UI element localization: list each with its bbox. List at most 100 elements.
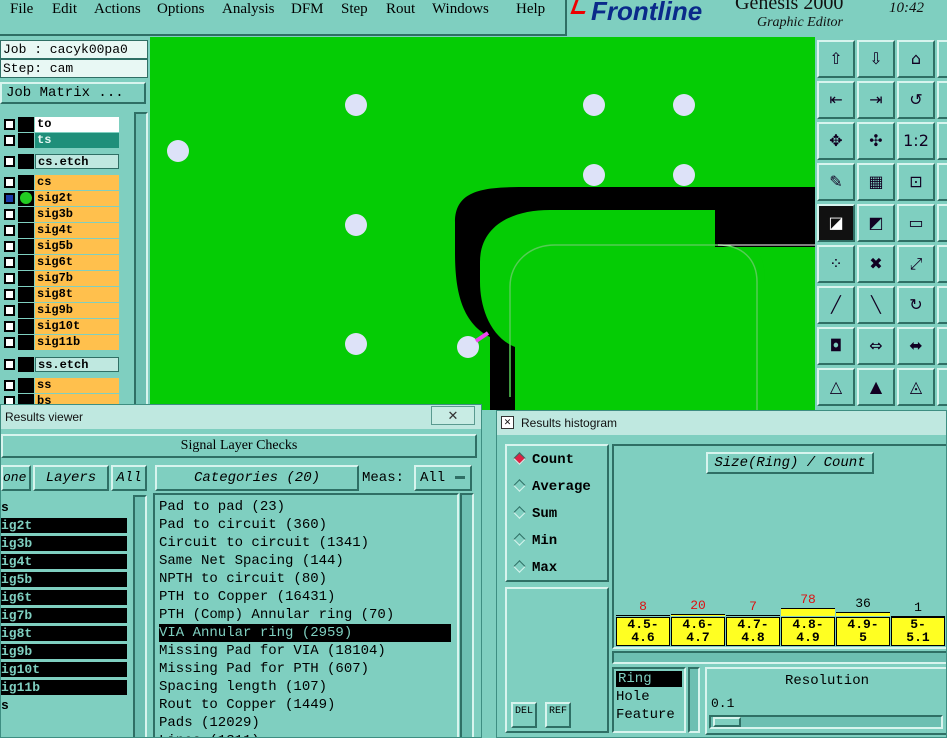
category-item[interactable]: Lines (1311) — [159, 732, 260, 737]
undo-icon[interactable]: ↺ — [897, 81, 935, 119]
pad-icon[interactable]: ◘ — [817, 327, 855, 365]
triangle-icon[interactable]: △ — [817, 368, 855, 406]
layer-name[interactable]: cs — [35, 175, 119, 190]
layer-name[interactable]: sig8t — [35, 287, 119, 302]
category-item[interactable]: Same Net Spacing (144) — [159, 552, 344, 570]
layer-name[interactable]: sig4t — [35, 223, 119, 238]
layer-name[interactable]: to — [35, 117, 119, 132]
graphic-canvas[interactable] — [150, 37, 815, 410]
menu-help[interactable]: Help — [516, 1, 545, 18]
layer-row-cs-etch[interactable]: cs.etch — [0, 154, 120, 169]
right-icon[interactable]: ⇥ — [857, 81, 895, 119]
histogram-bin[interactable]: 4.8- 4.9 — [781, 617, 835, 646]
layer-checkbox[interactable] — [4, 156, 15, 167]
layer-row-sig10t[interactable]: sig10t — [0, 319, 120, 334]
tool-extra-button[interactable] — [937, 245, 947, 283]
rotate-icon[interactable]: ↻ — [897, 286, 935, 324]
left-icon[interactable]: ⇤ — [817, 81, 855, 119]
layer-row-sig4t[interactable]: sig4t — [0, 223, 120, 238]
category-item[interactable]: Missing Pad for PTH (607) — [159, 660, 369, 678]
layer-name[interactable]: cs.etch — [35, 154, 119, 169]
layer-name[interactable]: sig11b — [35, 335, 119, 350]
layer-name[interactable]: ss.etch — [35, 357, 119, 372]
category-scrollbar[interactable] — [460, 493, 474, 737]
results-layer-item[interactable]: ig7b — [1, 608, 127, 623]
results-layer-item[interactable]: s — [1, 698, 127, 713]
layer-name[interactable]: sig10t — [35, 319, 119, 334]
histogram-bin[interactable]: 4.5- 4.6 — [616, 617, 670, 646]
layer-checkbox[interactable] — [4, 305, 15, 316]
tool-extra-button[interactable] — [937, 163, 947, 201]
layer-checkbox[interactable] — [4, 273, 15, 284]
category-item[interactable]: Spacing length (107) — [159, 678, 327, 696]
layer-checkbox[interactable] — [4, 337, 15, 348]
category-item[interactable]: NPTH to circuit (80) — [159, 570, 327, 588]
results-viewer-titlebar[interactable]: Results viewer — [1, 405, 481, 429]
layer-row-sig7b[interactable]: sig7b — [0, 271, 120, 286]
layer-row-ss[interactable]: ss — [0, 378, 120, 393]
results-layer-item[interactable]: ig3b — [1, 536, 127, 551]
layer-checkbox[interactable] — [4, 135, 15, 146]
histogram-bin[interactable]: 4.6- 4.7 — [671, 617, 725, 646]
histogram-bin[interactable]: 5- 5.1 — [891, 617, 945, 646]
histogram-scrollbar[interactable] — [612, 651, 946, 664]
line-icon[interactable]: ╱ — [817, 286, 855, 324]
category-item[interactable]: Missing Pad for VIA (18104) — [159, 642, 386, 660]
results-layer-item[interactable]: ig9b — [1, 644, 127, 659]
one-to-two-icon[interactable]: 1:2 — [897, 122, 935, 160]
category-item[interactable]: Circuit to circuit (1341) — [159, 534, 369, 552]
tool-extra-button[interactable] — [937, 122, 947, 160]
attr-feature[interactable]: Feature — [616, 707, 675, 723]
category-item[interactable]: Pad to circuit (360) — [159, 516, 327, 534]
layer-row-sig3b[interactable]: sig3b — [0, 207, 120, 222]
layer-row-sig2t[interactable]: sig2t — [0, 191, 120, 206]
layer-name[interactable]: sig5b — [35, 239, 119, 254]
category-item[interactable]: Pads (12029) — [159, 714, 260, 732]
layer-row-cs[interactable]: cs — [0, 175, 120, 190]
category-item[interactable]: Rout to Copper (1449) — [159, 696, 335, 714]
layer-checkbox[interactable] — [4, 209, 15, 220]
categories-button[interactable]: Categories (20) — [155, 465, 359, 491]
histogram-bin[interactable]: 4.7- 4.8 — [726, 617, 780, 646]
cross-icon[interactable]: ✖ — [857, 245, 895, 283]
connect-icon[interactable]: ⤢ — [897, 245, 935, 283]
open-icon[interactable]: ⇧ — [817, 40, 855, 78]
layer-row-sig9b[interactable]: sig9b — [0, 303, 120, 318]
layer-checkbox[interactable] — [4, 177, 15, 188]
arrow-up-icon[interactable]: ▲ — [857, 368, 895, 406]
mirror-icon[interactable]: ⬌ — [897, 327, 935, 365]
attr-ring[interactable]: Ring — [616, 671, 682, 687]
all-layers-button[interactable]: All — [111, 465, 147, 491]
tool-extra-button[interactable] — [937, 327, 947, 365]
layer-checkbox[interactable] — [4, 193, 15, 204]
menu-options[interactable]: Options — [157, 1, 205, 18]
results-layer-item[interactable]: ig8t — [1, 626, 127, 641]
tool-extra-button[interactable] — [937, 81, 947, 119]
category-item[interactable]: PTH to Copper (16431) — [159, 588, 335, 606]
meas-dropdown[interactable]: All — [414, 465, 472, 491]
results-layer-item[interactable]: ig5b — [1, 572, 127, 587]
category-item[interactable]: VIA Annular ring (2959) — [159, 624, 451, 642]
layer-checkbox[interactable] — [4, 241, 15, 252]
layer-name[interactable]: sig3b — [35, 207, 119, 222]
results-layer-item[interactable]: s — [1, 500, 127, 515]
results-layer-item[interactable]: ig10t — [1, 662, 127, 677]
resolution-slider[interactable] — [709, 715, 943, 729]
tool-extra-button[interactable] — [937, 286, 947, 324]
layer-name[interactable]: sig6t — [35, 255, 119, 270]
tools-icon[interactable]: ✎ — [817, 163, 855, 201]
results-layer-item[interactable]: ig4t — [1, 554, 127, 569]
layer-name[interactable]: sig7b — [35, 271, 119, 286]
results-layer-item[interactable]: ig11b — [1, 680, 127, 695]
measure-icon[interactable]: ◪ — [817, 204, 855, 242]
frame-icon[interactable]: ◬ — [897, 368, 935, 406]
attr-hole[interactable]: Hole — [616, 689, 650, 705]
layer-checkbox[interactable] — [4, 257, 15, 268]
snap-icon[interactable]: ⊡ — [897, 163, 935, 201]
layer-row-sig5b[interactable]: sig5b — [0, 239, 120, 254]
layer-list-scrollbar[interactable] — [133, 495, 147, 737]
layer-checkbox[interactable] — [4, 225, 15, 236]
layer-row-sig8t[interactable]: sig8t — [0, 287, 120, 302]
menu-dfm[interactable]: DFM — [291, 1, 324, 18]
home-icon[interactable]: ⌂ — [897, 40, 935, 78]
